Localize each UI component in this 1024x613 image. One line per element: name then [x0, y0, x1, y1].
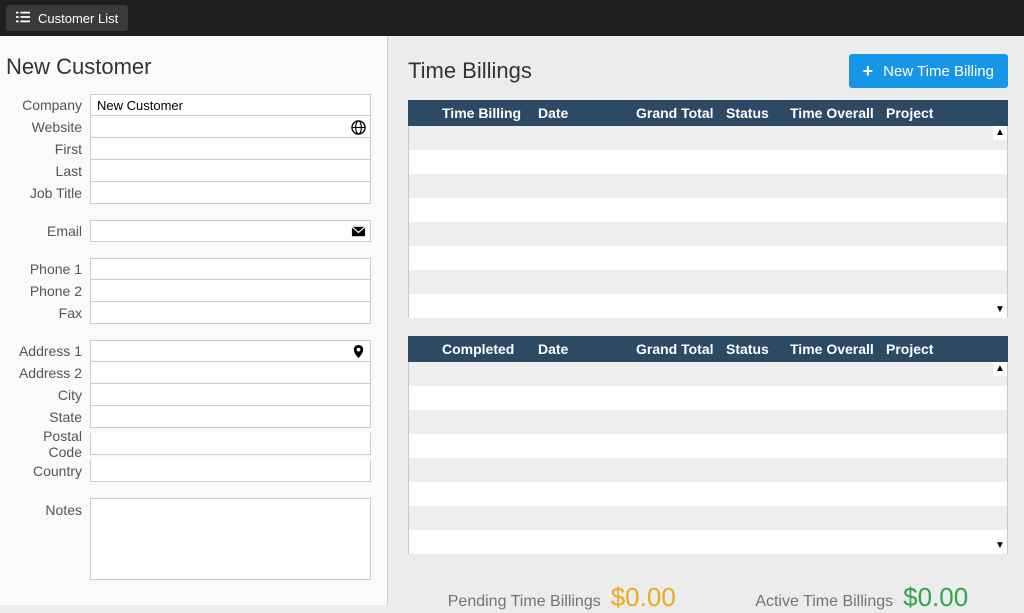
map-pin-icon[interactable]	[350, 343, 366, 359]
company-input[interactable]	[90, 94, 371, 116]
email-input[interactable]	[90, 220, 371, 242]
col-status[interactable]: Status	[720, 105, 784, 121]
customer-form-panel: New Customer Company Website First	[0, 36, 388, 605]
open-billings-body[interactable]: ▲ ▼	[408, 126, 1008, 318]
phone2-label: Phone 2	[6, 283, 90, 299]
active-total-value: $0.00	[903, 582, 968, 613]
completed-billings-body[interactable]: ▲ ▼	[408, 362, 1008, 554]
state-input[interactable]	[90, 406, 371, 428]
billing-totals: Pending Time Billings $0.00 Active Time …	[408, 572, 1008, 613]
col-time-overall[interactable]: Time Overall	[784, 105, 880, 121]
table-row	[409, 222, 1007, 246]
website-input[interactable]	[90, 116, 371, 138]
last-input[interactable]	[90, 160, 371, 182]
postal-label: Postal Code	[6, 428, 90, 460]
pending-total-value: $0.00	[611, 582, 676, 613]
envelope-icon[interactable]	[350, 223, 366, 239]
pending-total-label: Pending Time Billings	[448, 593, 601, 611]
city-label: City	[6, 387, 90, 403]
jobtitle-input[interactable]	[90, 182, 371, 204]
pending-total: Pending Time Billings $0.00	[448, 582, 676, 613]
address1-input[interactable]	[90, 340, 371, 362]
fax-input[interactable]	[90, 302, 371, 324]
table-row	[409, 458, 1007, 482]
jobtitle-label: Job Title	[6, 185, 90, 201]
customer-list-button[interactable]: Customer List	[6, 5, 128, 31]
plus-icon: +	[863, 61, 874, 82]
col-grand-total[interactable]: Grand Total	[630, 105, 720, 121]
phone2-input[interactable]	[90, 280, 371, 302]
postal-input[interactable]	[90, 433, 371, 455]
table-row	[409, 530, 1007, 554]
phone1-label: Phone 1	[6, 261, 90, 277]
phone1-input[interactable]	[90, 258, 371, 280]
website-label: Website	[6, 119, 90, 135]
table-row	[409, 362, 1007, 386]
col-project-2[interactable]: Project	[880, 341, 1008, 357]
table-row	[409, 294, 1007, 318]
active-total: Active Time Billings $0.00	[755, 582, 968, 613]
topbar: Customer List	[0, 0, 1024, 36]
address1-label: Address 1	[6, 343, 90, 359]
email-label: Email	[6, 223, 90, 239]
new-time-billing-label: New Time Billing	[883, 63, 994, 80]
completed-billings-table: Completed Date Grand Total Status Time O…	[408, 336, 1008, 554]
address2-label: Address 2	[6, 365, 90, 381]
col-time-billing[interactable]: Time Billing	[436, 105, 532, 121]
first-input[interactable]	[90, 138, 371, 160]
table-row	[409, 246, 1007, 270]
completed-billings-header: Completed Date Grand Total Status Time O…	[408, 336, 1008, 362]
customer-list-label: Customer List	[38, 11, 118, 26]
table-row	[409, 434, 1007, 458]
country-input[interactable]	[90, 460, 371, 482]
col-date[interactable]: Date	[532, 105, 630, 121]
notes-label: Notes	[6, 498, 90, 518]
company-label: Company	[6, 97, 90, 113]
globe-icon[interactable]	[350, 119, 366, 135]
open-billings-table: Time Billing Date Grand Total Status Tim…	[408, 100, 1008, 318]
table-row	[409, 198, 1007, 222]
address2-input[interactable]	[90, 362, 371, 384]
col-status-2[interactable]: Status	[720, 341, 784, 357]
city-input[interactable]	[90, 384, 371, 406]
table-row	[409, 270, 1007, 294]
country-label: Country	[6, 463, 90, 479]
table-row	[409, 126, 1007, 150]
page-title: New Customer	[6, 54, 371, 80]
table-row	[409, 386, 1007, 410]
fax-label: Fax	[6, 305, 90, 321]
notes-textarea[interactable]	[90, 498, 371, 580]
col-time-overall-2[interactable]: Time Overall	[784, 341, 880, 357]
time-billings-panel: Time Billings + New Time Billing Time Bi…	[388, 36, 1024, 605]
list-icon	[16, 10, 30, 27]
state-label: State	[6, 409, 90, 425]
first-label: First	[6, 141, 90, 157]
col-date-2[interactable]: Date	[532, 341, 630, 357]
table-row	[409, 174, 1007, 198]
col-completed[interactable]: Completed	[436, 341, 532, 357]
active-total-label: Active Time Billings	[755, 593, 893, 611]
new-time-billing-button[interactable]: + New Time Billing	[849, 54, 1008, 88]
col-project[interactable]: Project	[880, 105, 1008, 121]
table-row	[409, 506, 1007, 530]
time-billings-title: Time Billings	[408, 58, 532, 84]
last-label: Last	[6, 163, 90, 179]
table-row	[409, 482, 1007, 506]
table-row	[409, 410, 1007, 434]
open-billings-header: Time Billing Date Grand Total Status Tim…	[408, 100, 1008, 126]
col-grand-total-2[interactable]: Grand Total	[630, 341, 720, 357]
table-row	[409, 150, 1007, 174]
